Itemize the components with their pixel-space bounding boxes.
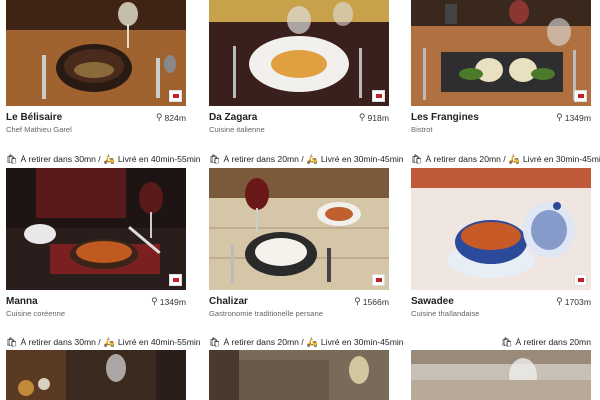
- location-pin-icon: ⚲: [556, 296, 563, 306]
- restaurant-card-chalizar[interactable]: 🛍 À retirer dans 20mn / 🛵 Livré en 30min…: [209, 153, 404, 318]
- shopping-bag-icon: 🛍: [411, 153, 423, 164]
- shopping-bag-icon: 🛍: [209, 153, 221, 164]
- delivery-time: Livré en 30min-45min: [320, 337, 404, 347]
- restaurant-card-da-zagara[interactable]: Da Zagara ⚲ 918m Cuisine italienne: [209, 0, 389, 134]
- brand-logo: [169, 274, 182, 286]
- restaurant-subtitle: Cuisine thaïlandaise: [411, 309, 480, 318]
- service-info: 🛍 À retirer dans 20mn / 🛵 Livré en 30min…: [411, 153, 600, 165]
- restaurant-photo[interactable]: [411, 350, 591, 400]
- delivery-time: Livré en 30min-45min: [320, 154, 404, 164]
- distance: ⚲ 1703m: [556, 296, 591, 307]
- restaurant-subtitle: Bistrot: [411, 125, 433, 134]
- restaurant-card-le-belisaire[interactable]: Le Bélisaire ⚲ 824m Chef Mathieu Garel: [6, 0, 186, 134]
- distance: ⚲ 824m: [156, 112, 186, 123]
- pickup-time: À retirer dans 20mn /: [223, 337, 304, 347]
- restaurant-card-manna[interactable]: 🛍 À retirer dans 30mn / 🛵 Livré en 40min…: [6, 153, 201, 318]
- pickup-time: À retirer dans 20mn /: [223, 154, 304, 164]
- scooter-icon: 🛵: [103, 336, 115, 347]
- distance: ⚲ 1349m: [556, 112, 591, 123]
- location-pin-icon: ⚲: [354, 296, 361, 306]
- service-info: 🛍 À retirer dans 30mn / 🛵 Livré en 40min…: [6, 153, 201, 165]
- scooter-icon: 🛵: [306, 336, 318, 347]
- delivery-time: Livré en 40min-55min: [117, 337, 201, 347]
- shopping-bag-icon: 🛍: [501, 336, 513, 347]
- location-pin-icon: ⚲: [556, 112, 563, 122]
- restaurant-photo[interactable]: [6, 350, 186, 400]
- scooter-icon: 🛵: [306, 153, 318, 164]
- distance-value: 824m: [164, 112, 187, 123]
- restaurant-name[interactable]: Les Frangines: [411, 112, 479, 123]
- restaurant-subtitle: Cuisine coréenne: [6, 309, 66, 318]
- service-info: 🛍 À retirer dans 30mn / 🛵 Livré en 40min…: [6, 336, 201, 348]
- restaurant-name[interactable]: Da Zagara: [209, 112, 257, 123]
- scooter-icon: 🛵: [508, 153, 520, 164]
- brand-logo: [372, 90, 385, 102]
- shopping-bag-icon: 🛍: [6, 153, 18, 164]
- restaurant-card-les-frangines[interactable]: Les Frangines ⚲ 1349m Bistrot: [411, 0, 591, 134]
- pickup-time: À retirer dans 20mn /: [425, 154, 506, 164]
- restaurant-card[interactable]: 🛍 À retirer dans 30mn / 🛵 Livré en 40min…: [6, 336, 201, 400]
- delivery-time: Livré en 40min-55min: [117, 154, 201, 164]
- restaurant-photo[interactable]: [209, 350, 389, 400]
- restaurant-name[interactable]: Sawadee: [411, 296, 454, 307]
- distance-value: 918m: [367, 112, 390, 123]
- restaurant-card-sawadee[interactable]: 🛍 À retirer dans 20mn / 🛵 Livré en 30min…: [411, 153, 600, 318]
- shopping-bag-icon: 🛍: [209, 336, 221, 347]
- pickup-time: À retirer dans 20mn: [515, 337, 591, 347]
- distance: ⚲ 1566m: [354, 296, 389, 307]
- restaurant-photo[interactable]: [411, 168, 591, 290]
- brand-logo: [574, 90, 587, 102]
- distance-value: 1566m: [362, 296, 389, 307]
- restaurant-subtitle: Chef Mathieu Garel: [6, 125, 72, 134]
- restaurant-name[interactable]: Le Bélisaire: [6, 112, 62, 123]
- restaurant-subtitle: Cuisine italienne: [209, 125, 265, 134]
- restaurant-photo[interactable]: [6, 0, 186, 106]
- distance-value: 1349m: [564, 112, 591, 123]
- restaurant-card[interactable]: 🛍 À retirer dans 20mn: [411, 336, 591, 400]
- pickup-time: À retirer dans 30mn /: [20, 337, 101, 347]
- distance-value: 1349m: [159, 296, 186, 307]
- service-info: 🛍 À retirer dans 20mn / 🛵 Livré en 30min…: [209, 336, 404, 348]
- location-pin-icon: ⚲: [151, 296, 158, 306]
- brand-logo: [169, 90, 182, 102]
- service-info: 🛍 À retirer dans 20mn / 🛵 Livré en 30min…: [209, 153, 404, 165]
- restaurant-photo[interactable]: [411, 0, 591, 106]
- scooter-icon: 🛵: [103, 153, 115, 164]
- brand-logo: [574, 274, 587, 286]
- location-pin-icon: ⚲: [358, 112, 366, 122]
- restaurant-photo[interactable]: [209, 168, 389, 290]
- restaurant-name[interactable]: Manna: [6, 296, 38, 307]
- delivery-time: Livré en 30min-45min: [522, 154, 600, 164]
- restaurant-photo[interactable]: [6, 168, 186, 290]
- distance: ⚲ 1349m: [151, 296, 186, 307]
- restaurant-card[interactable]: 🛍 À retirer dans 20mn / 🛵 Livré en 30min…: [209, 336, 404, 400]
- brand-logo: [372, 274, 385, 286]
- shopping-bag-icon: 🛍: [6, 336, 18, 347]
- location-pin-icon: ⚲: [155, 112, 163, 122]
- restaurant-name[interactable]: Chalizar: [209, 296, 248, 307]
- restaurant-subtitle: Gastronomie traditionelle persane: [209, 309, 323, 318]
- restaurant-photo[interactable]: [209, 0, 389, 106]
- distance-value: 1703m: [564, 296, 591, 307]
- pickup-time: À retirer dans 30mn /: [20, 154, 101, 164]
- service-info: 🛍 À retirer dans 20mn: [411, 336, 591, 348]
- distance: ⚲ 918m: [359, 112, 389, 123]
